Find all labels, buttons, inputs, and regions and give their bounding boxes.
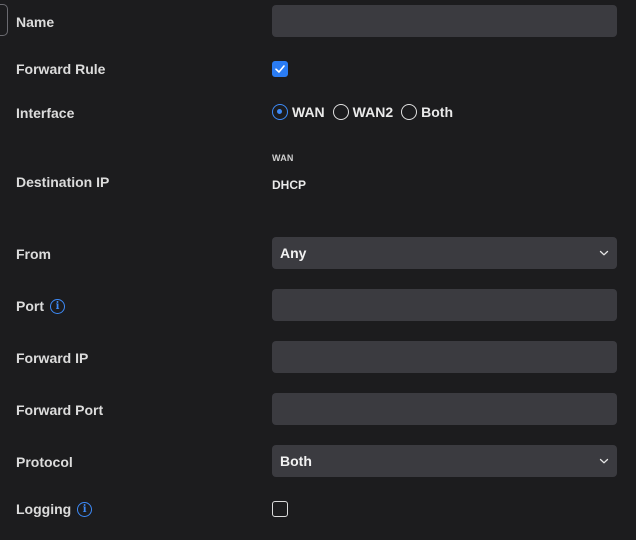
- from-label: From: [16, 246, 51, 262]
- forward-port-input[interactable]: [272, 393, 617, 425]
- chevron-down-icon: [599, 458, 609, 464]
- destination-ip-interface: WAN: [272, 153, 294, 163]
- logging-label: Logging i: [16, 501, 93, 517]
- forward-rule-label: Forward Rule: [16, 61, 106, 77]
- protocol-label: Protocol: [16, 454, 73, 470]
- interface-option-wan[interactable]: WAN: [272, 104, 325, 120]
- from-select[interactable]: Any: [272, 237, 617, 269]
- check-icon: [275, 65, 285, 73]
- logging-checkbox[interactable]: [272, 501, 288, 517]
- forward-ip-label: Forward IP: [16, 350, 89, 366]
- radio-unselected-icon: [401, 104, 418, 120]
- protocol-select[interactable]: Both: [272, 445, 617, 477]
- interface-option-both[interactable]: Both: [401, 104, 453, 120]
- destination-ip-value: DHCP: [272, 178, 307, 192]
- chevron-down-icon: [599, 250, 609, 256]
- name-input[interactable]: [272, 5, 617, 37]
- interface-radio-group: WAN WAN2 Both: [272, 104, 453, 120]
- panel-edge: [0, 4, 8, 36]
- destination-ip-label: Destination IP: [16, 174, 110, 190]
- forward-rule-checkbox[interactable]: [272, 61, 288, 77]
- port-input[interactable]: [272, 289, 617, 321]
- radio-unselected-icon: [332, 104, 349, 120]
- interface-label: Interface: [16, 105, 75, 121]
- forward-port-label: Forward Port: [16, 402, 104, 418]
- interface-option-wan2[interactable]: WAN2: [332, 104, 393, 120]
- info-icon[interactable]: i: [50, 298, 65, 314]
- port-label: Port i: [16, 298, 65, 314]
- forward-ip-input[interactable]: [272, 341, 617, 373]
- info-icon[interactable]: i: [77, 501, 93, 517]
- name-label: Name: [16, 14, 55, 30]
- radio-selected-icon: [272, 104, 288, 120]
